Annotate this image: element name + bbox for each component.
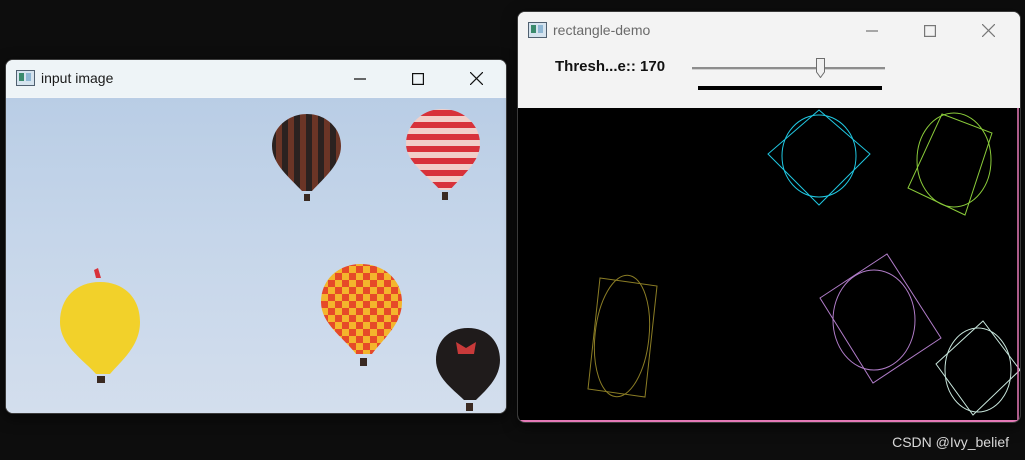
maximize-icon: [924, 24, 936, 37]
contour-green: [907, 112, 993, 216]
balloons-photo: [60, 109, 500, 411]
minimize-button[interactable]: [337, 60, 383, 97]
threshold-trackbar-panel: Thresh...e:: 170: [518, 50, 1020, 108]
balloon-checker: [321, 264, 402, 366]
minimize-icon: [866, 29, 878, 32]
balloon-dark-stripes: [272, 114, 341, 201]
close-icon: [981, 24, 995, 37]
rectangle-demo-window[interactable]: rectangle-demo Thresh...e:: 170: [517, 11, 1021, 423]
balloon-yellow: [60, 268, 140, 383]
contour-white: [935, 320, 1020, 416]
trackbar-track[interactable]: [692, 67, 885, 70]
contour-purple: [819, 253, 942, 384]
app-icon: [528, 22, 547, 38]
app-icon: [16, 70, 35, 86]
contour-cyan: [767, 109, 871, 206]
contour-olive: [587, 274, 658, 398]
close-button[interactable]: [965, 12, 1011, 49]
title-bar[interactable]: input image: [6, 60, 506, 97]
maximize-icon: [412, 72, 424, 85]
window-title: rectangle-demo: [553, 22, 651, 38]
trackbar-thumb[interactable]: [816, 58, 825, 78]
minimize-button[interactable]: [849, 12, 895, 49]
trackbar-label: Thresh...e:: 170: [555, 58, 666, 75]
contours-canvas: [518, 108, 1020, 422]
trackbar-underline: [698, 86, 882, 90]
contours-output: [518, 108, 1020, 422]
image-canvas: [6, 98, 506, 413]
balloon-black-red: [436, 328, 500, 411]
balloon-red-white: [406, 109, 480, 200]
close-button[interactable]: [453, 60, 499, 97]
maximize-button[interactable]: [395, 60, 441, 97]
watermark: CSDN @Ivy_belief: [892, 434, 1009, 450]
title-bar[interactable]: rectangle-demo: [518, 12, 1020, 49]
close-icon: [469, 72, 483, 85]
maximize-button[interactable]: [907, 12, 953, 49]
input-image-window[interactable]: input image: [5, 59, 507, 414]
minimize-icon: [354, 77, 366, 80]
window-title: input image: [41, 70, 114, 86]
